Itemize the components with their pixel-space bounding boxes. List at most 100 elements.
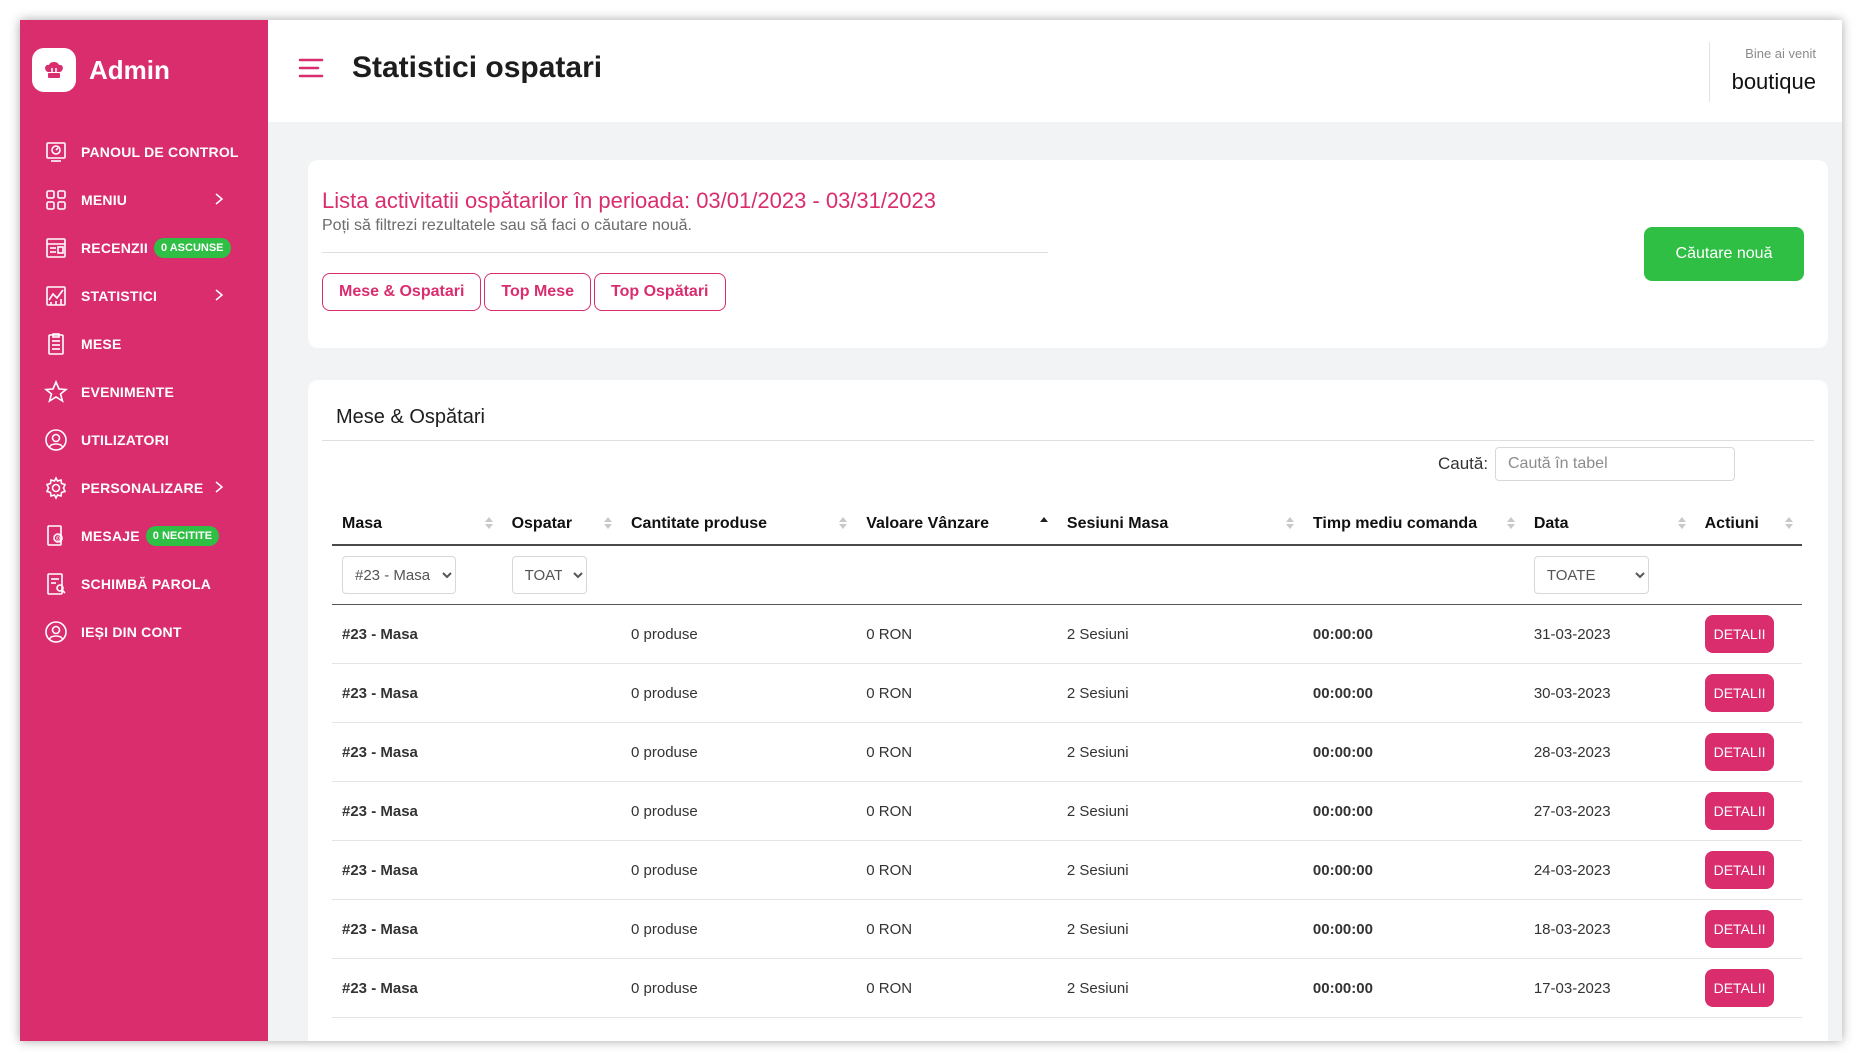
tab-top-ospatari[interactable]: Top Ospătari	[594, 273, 726, 311]
cell-masa: #23 - Masa	[332, 899, 502, 959]
filter-row: #23 - Masa TOATE TOATE	[332, 545, 1802, 605]
sidebar-item-label: UTILIZATORI	[81, 432, 170, 448]
column-label: Timp mediu comanda	[1312, 515, 1478, 532]
reviews-icon	[43, 235, 69, 261]
sidebar-item-schimba-parola[interactable]: SCHIMBĂ PAROLA	[20, 560, 268, 608]
sort-icon	[604, 517, 612, 529]
sidebar-item-label: EVENIMENTE	[81, 384, 175, 400]
sidebar-item-utilizatori[interactable]: UTILIZATORI	[20, 416, 268, 464]
user-icon	[43, 427, 69, 453]
cell-valoare: 0 RON	[856, 604, 1057, 664]
cell-masa: #23 - Masa	[332, 958, 502, 1018]
sidebar-item-evenimente[interactable]: EVENIMENTE	[20, 368, 268, 416]
sidebar-item-statistici[interactable]: STATISTICI	[20, 272, 268, 320]
column-header-cantitate[interactable]: Cantitate produse	[621, 504, 857, 546]
cell-cantitate: 0 produse	[621, 604, 857, 664]
cell-data: 27-03-2023	[1523, 781, 1695, 841]
details-button[interactable]: DETALII	[1704, 851, 1775, 889]
table-row: #23 - Masa 0 produse 0 RON 2 Sesiuni 00:…	[332, 899, 1802, 959]
column-header-actiuni[interactable]: Actiuni	[1694, 504, 1802, 546]
column-header-masa[interactable]: Masa	[332, 504, 502, 546]
unread-messages-badge: 0 NECITITE	[145, 526, 220, 546]
tab-top-mese[interactable]: Top Mese	[484, 273, 591, 311]
user-greeting[interactable]: Bine ai venit boutique	[1708, 42, 1816, 102]
sidebar-item-meniu[interactable]: MENIU	[20, 176, 268, 224]
column-header-timp[interactable]: Timp mediu comanda	[1302, 504, 1524, 546]
sidebar: Admin PANOUL DE CONTROL MENIU RECENZII 0…	[20, 20, 268, 1041]
column-label: Masa	[342, 515, 383, 532]
cell-sesiuni: 2 Sesiuni	[1056, 604, 1303, 664]
column-header-sesiuni[interactable]: Sesiuni Masa	[1056, 504, 1303, 546]
chevron-right-icon	[215, 481, 224, 493]
hidden-reviews-badge: 0 ASCUNSE	[153, 238, 231, 258]
stats-table: Masa Ospatar Cantitate produse Valoare V…	[332, 504, 1802, 1018]
table-card: Mese & Ospătari Caută: Masa Ospatar Cant…	[308, 380, 1828, 1041]
cell-ospatar	[501, 604, 621, 664]
page-title: Statistici ospatari	[352, 51, 603, 84]
table-row: #23 - Masa 0 produse 0 RON 2 Sesiuni 00:…	[332, 663, 1802, 723]
sort-icon	[1285, 517, 1294, 529]
menu-toggle-icon[interactable]	[298, 57, 324, 84]
sort-icon	[839, 517, 848, 529]
sidebar-item-label: STATISTICI	[81, 288, 158, 304]
details-button[interactable]: DETALII	[1704, 969, 1775, 1007]
cell-cantitate: 0 produse	[621, 958, 857, 1018]
column-label: Sesiuni Masa	[1066, 515, 1169, 532]
welcome-text: Bine ai venit	[1745, 46, 1816, 61]
details-button[interactable]: DETALII	[1704, 910, 1775, 948]
sidebar-item-label: IEȘI DIN CONT	[81, 624, 182, 640]
table-card-title: Mese & Ospătari	[336, 406, 485, 428]
password-icon	[43, 571, 69, 597]
message-icon: @	[43, 523, 69, 549]
sort-icon	[1506, 517, 1515, 529]
cell-timp: 00:00:00	[1302, 840, 1524, 900]
sidebar-item-personalizare[interactable]: PERSONALIZARE	[20, 464, 268, 512]
sort-ascending-icon	[1039, 517, 1048, 522]
cell-valoare: 0 RON	[856, 722, 1057, 782]
sidebar-item-mese[interactable]: MESE	[20, 320, 268, 368]
brand[interactable]: Admin	[32, 48, 170, 92]
details-button[interactable]: DETALII	[1704, 674, 1775, 712]
cell-sesiuni: 2 Sesiuni	[1056, 899, 1303, 959]
data-filter-select[interactable]: TOATE	[1533, 556, 1649, 594]
chef-hat-icon	[32, 48, 76, 92]
sidebar-item-mesaje[interactable]: @ MESAJE 0 NECITITE	[20, 512, 268, 560]
cell-timp: 00:00:00	[1302, 663, 1524, 723]
cell-ospatar	[501, 722, 621, 782]
cell-timp: 00:00:00	[1302, 604, 1524, 664]
table-search-input[interactable]	[1495, 447, 1735, 481]
top-header: Statistici ospatari Bine ai venit boutiq…	[268, 20, 1842, 122]
sidebar-nav: PANOUL DE CONTROL MENIU RECENZII 0 ASCUN…	[20, 128, 268, 656]
column-header-ospatar[interactable]: Ospatar	[501, 504, 621, 546]
table-row: #23 - Masa 0 produse 0 RON 2 Sesiuni 00:…	[332, 958, 1802, 1018]
sidebar-item-panoul-de-control[interactable]: PANOUL DE CONTROL	[20, 128, 268, 176]
column-header-valoare[interactable]: Valoare Vânzare	[856, 504, 1057, 546]
sidebar-item-iesi-din-cont[interactable]: IEȘI DIN CONT	[20, 608, 268, 656]
sidebar-item-label: PANOUL DE CONTROL	[81, 144, 239, 160]
tab-mese-ospatari[interactable]: Mese & Ospatari	[322, 273, 482, 311]
column-header-data[interactable]: Data	[1523, 504, 1695, 546]
new-search-button[interactable]: Căutare nouă	[1644, 227, 1804, 281]
masa-filter-select[interactable]: #23 - Masa	[342, 556, 456, 594]
svg-text:@: @	[56, 536, 62, 542]
period-title: Lista activitatii ospătarilor în perioad…	[322, 188, 936, 213]
cell-sesiuni: 2 Sesiuni	[1056, 958, 1303, 1018]
table-row: #23 - Masa 0 produse 0 RON 2 Sesiuni 00:…	[332, 604, 1802, 664]
period-subtitle: Poți să filtrezi rezultatele sau să faci…	[322, 217, 692, 234]
cell-valoare: 0 RON	[856, 663, 1057, 723]
details-button[interactable]: DETALII	[1704, 733, 1775, 771]
cell-data: 24-03-2023	[1523, 840, 1695, 900]
divider	[322, 440, 1814, 441]
table-row: #23 - Masa 0 produse 0 RON 2 Sesiuni 00:…	[332, 840, 1802, 900]
table-header-row: Masa Ospatar Cantitate produse Valoare V…	[332, 504, 1802, 546]
cell-timp: 00:00:00	[1302, 722, 1524, 782]
details-button[interactable]: DETALII	[1704, 615, 1775, 653]
sidebar-item-label: PERSONALIZARE	[81, 480, 204, 496]
grid-icon	[43, 187, 69, 213]
details-button[interactable]: DETALII	[1704, 792, 1775, 830]
app-window: Admin PANOUL DE CONTROL MENIU RECENZII 0…	[20, 20, 1842, 1041]
cell-sesiuni: 2 Sesiuni	[1056, 781, 1303, 841]
ospatar-filter-select[interactable]: TOATE	[511, 556, 587, 594]
sidebar-item-recenzii[interactable]: RECENZII 0 ASCUNSE	[20, 224, 268, 272]
star-icon	[43, 379, 69, 405]
